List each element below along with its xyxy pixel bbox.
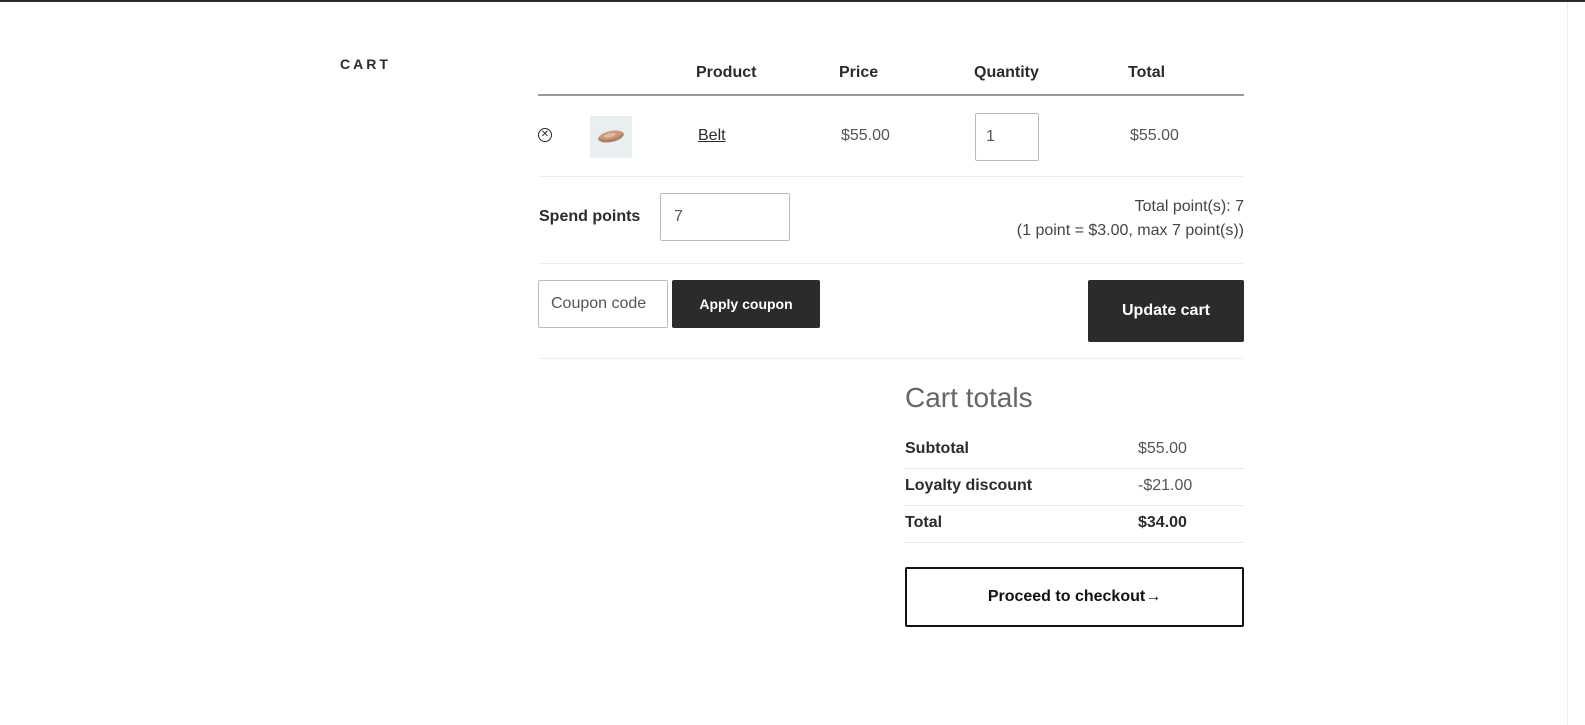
cart-item-row: ✕ Belt $55.00 $55.00: [538, 96, 1244, 177]
loyalty-discount-row: Loyalty discount -$21.00: [905, 469, 1244, 506]
spend-points-label: Spend points: [539, 208, 641, 225]
order-total-row: Total $34.00: [905, 506, 1244, 543]
product-name-link[interactable]: Belt: [698, 127, 726, 145]
subtotal-row: Subtotal $55.00: [905, 432, 1244, 469]
total-points-text: Total point(s): 7: [1134, 198, 1244, 215]
subtotal-label: Subtotal: [905, 440, 969, 457]
item-price: $55.00: [841, 127, 890, 144]
header-price: Price: [839, 64, 879, 81]
spend-points-input[interactable]: [660, 193, 790, 241]
loyalty-discount-label: Loyalty discount: [905, 477, 1033, 494]
points-info: Total point(s): 7 (1 point = $3.00, max …: [1017, 195, 1244, 243]
top-border: [0, 0, 1585, 2]
points-rate-text: (1 point = $3.00, max 7 point(s)): [1016, 222, 1244, 239]
cart-form: Product Price Quantity Total ✕ Belt $55.…: [538, 54, 1244, 359]
cart-totals-heading: Cart totals: [905, 382, 1033, 413]
header-quantity: Quantity: [974, 64, 1039, 81]
update-cart-button[interactable]: Update cart: [1088, 280, 1244, 342]
cart-totals: Cart totals Subtotal $55.00 Loyalty disc…: [905, 380, 1244, 627]
apply-coupon-button[interactable]: Apply coupon: [672, 280, 820, 328]
product-thumbnail[interactable]: [590, 116, 632, 158]
scrollbar-track[interactable]: [1567, 2, 1585, 725]
loyalty-discount-value: -$21.00: [1138, 477, 1193, 494]
proceed-to-checkout-button[interactable]: Proceed to checkout→: [905, 567, 1244, 627]
subtotal-value: $55.00: [1138, 440, 1187, 457]
coupon-code-input[interactable]: [538, 280, 668, 328]
cart-table-header: Product Price Quantity Total: [538, 54, 1244, 96]
item-total: $55.00: [1130, 127, 1179, 144]
coupon-actions-row: Apply coupon Update cart: [538, 264, 1244, 359]
remove-item-icon[interactable]: ✕: [538, 128, 552, 142]
spend-points-row: Spend points Total point(s): 7 (1 point …: [538, 177, 1244, 264]
header-total: Total: [1128, 64, 1166, 81]
order-total-value: $34.00: [1138, 514, 1187, 531]
belt-image-icon: [597, 128, 625, 145]
order-total-label: Total: [905, 514, 943, 531]
quantity-input[interactable]: [975, 113, 1039, 161]
header-product: Product: [696, 64, 757, 81]
page-title: CART: [340, 56, 391, 72]
